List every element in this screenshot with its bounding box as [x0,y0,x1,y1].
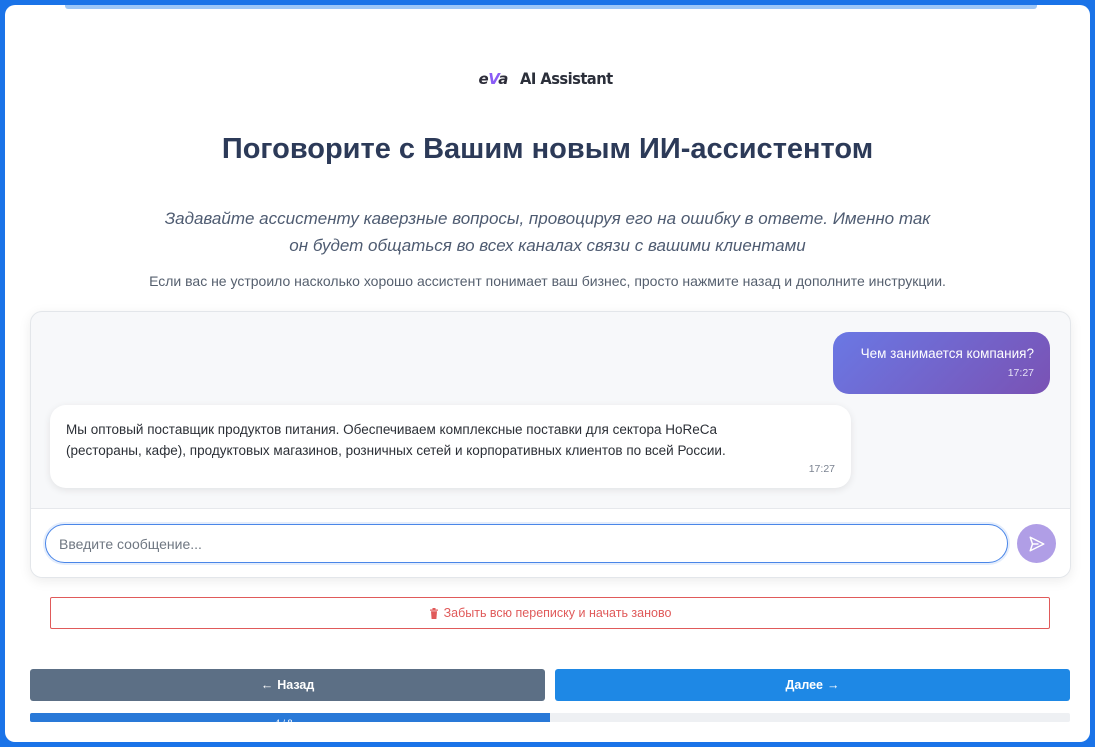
back-button[interactable]: ← Назад [30,669,545,701]
chat-input-bar [31,508,1070,577]
arrow-right-icon: → [827,678,840,692]
progress-label: 4 / 8 [275,718,293,728]
assistant-message-line-1: Мы оптовый поставщик продуктов питания. … [66,422,717,437]
back-label: Назад [277,678,315,692]
page-subtitle: Задавайте ассистенту каверзные вопросы, … [155,205,940,259]
user-message-time: 17:27 [1007,367,1034,379]
user-message: Чем занимается компания? 17:27 [833,332,1050,394]
message-input[interactable] [45,524,1008,563]
brand: eVa AI Assistant [5,69,1090,88]
assistant-message-time: 17:27 [808,463,835,475]
chat-window: Чем занимается компания? 17:27 Мы оптовы… [30,311,1071,578]
reset-chat-button[interactable]: Забыть всю переписку и начать заново [50,597,1050,629]
next-button[interactable]: Далее → [555,669,1070,701]
app-frame: eVa AI Assistant Поговорите с Вашим новы… [5,5,1090,742]
page-title: Поговорите с Вашим новым ИИ-ассистентом [221,133,874,165]
arrow-left-icon: ← [260,678,274,692]
assistant-message-line-2: (рестораны, кафе), продуктовых магазинов… [66,443,726,458]
send-button[interactable] [1017,524,1056,563]
instructions-hint: Если вас не устроило насколько хорошо ас… [149,273,946,289]
assistant-message: Мы оптовый поставщик продуктов питания. … [50,405,851,488]
assistant-message-text: Мы оптовый поставщик продуктов питания. … [66,419,835,461]
next-label: Далее [785,678,824,692]
top-strip [65,5,1037,9]
subtitle-line-2: он будет общаться во всех каналах связи … [289,236,806,255]
progress-bar [30,713,1070,722]
trash-icon [429,607,438,619]
subtitle-line-1: Задавайте ассистенту каверзные вопросы, … [164,209,931,228]
eva-logo: eVa [478,69,509,88]
brand-name: AI Assistant [519,69,613,88]
reset-chat-label: Забыть всю переписку и начать заново [443,606,672,620]
send-icon [1029,536,1044,551]
user-message-text: Чем занимается компания? [860,346,1034,361]
